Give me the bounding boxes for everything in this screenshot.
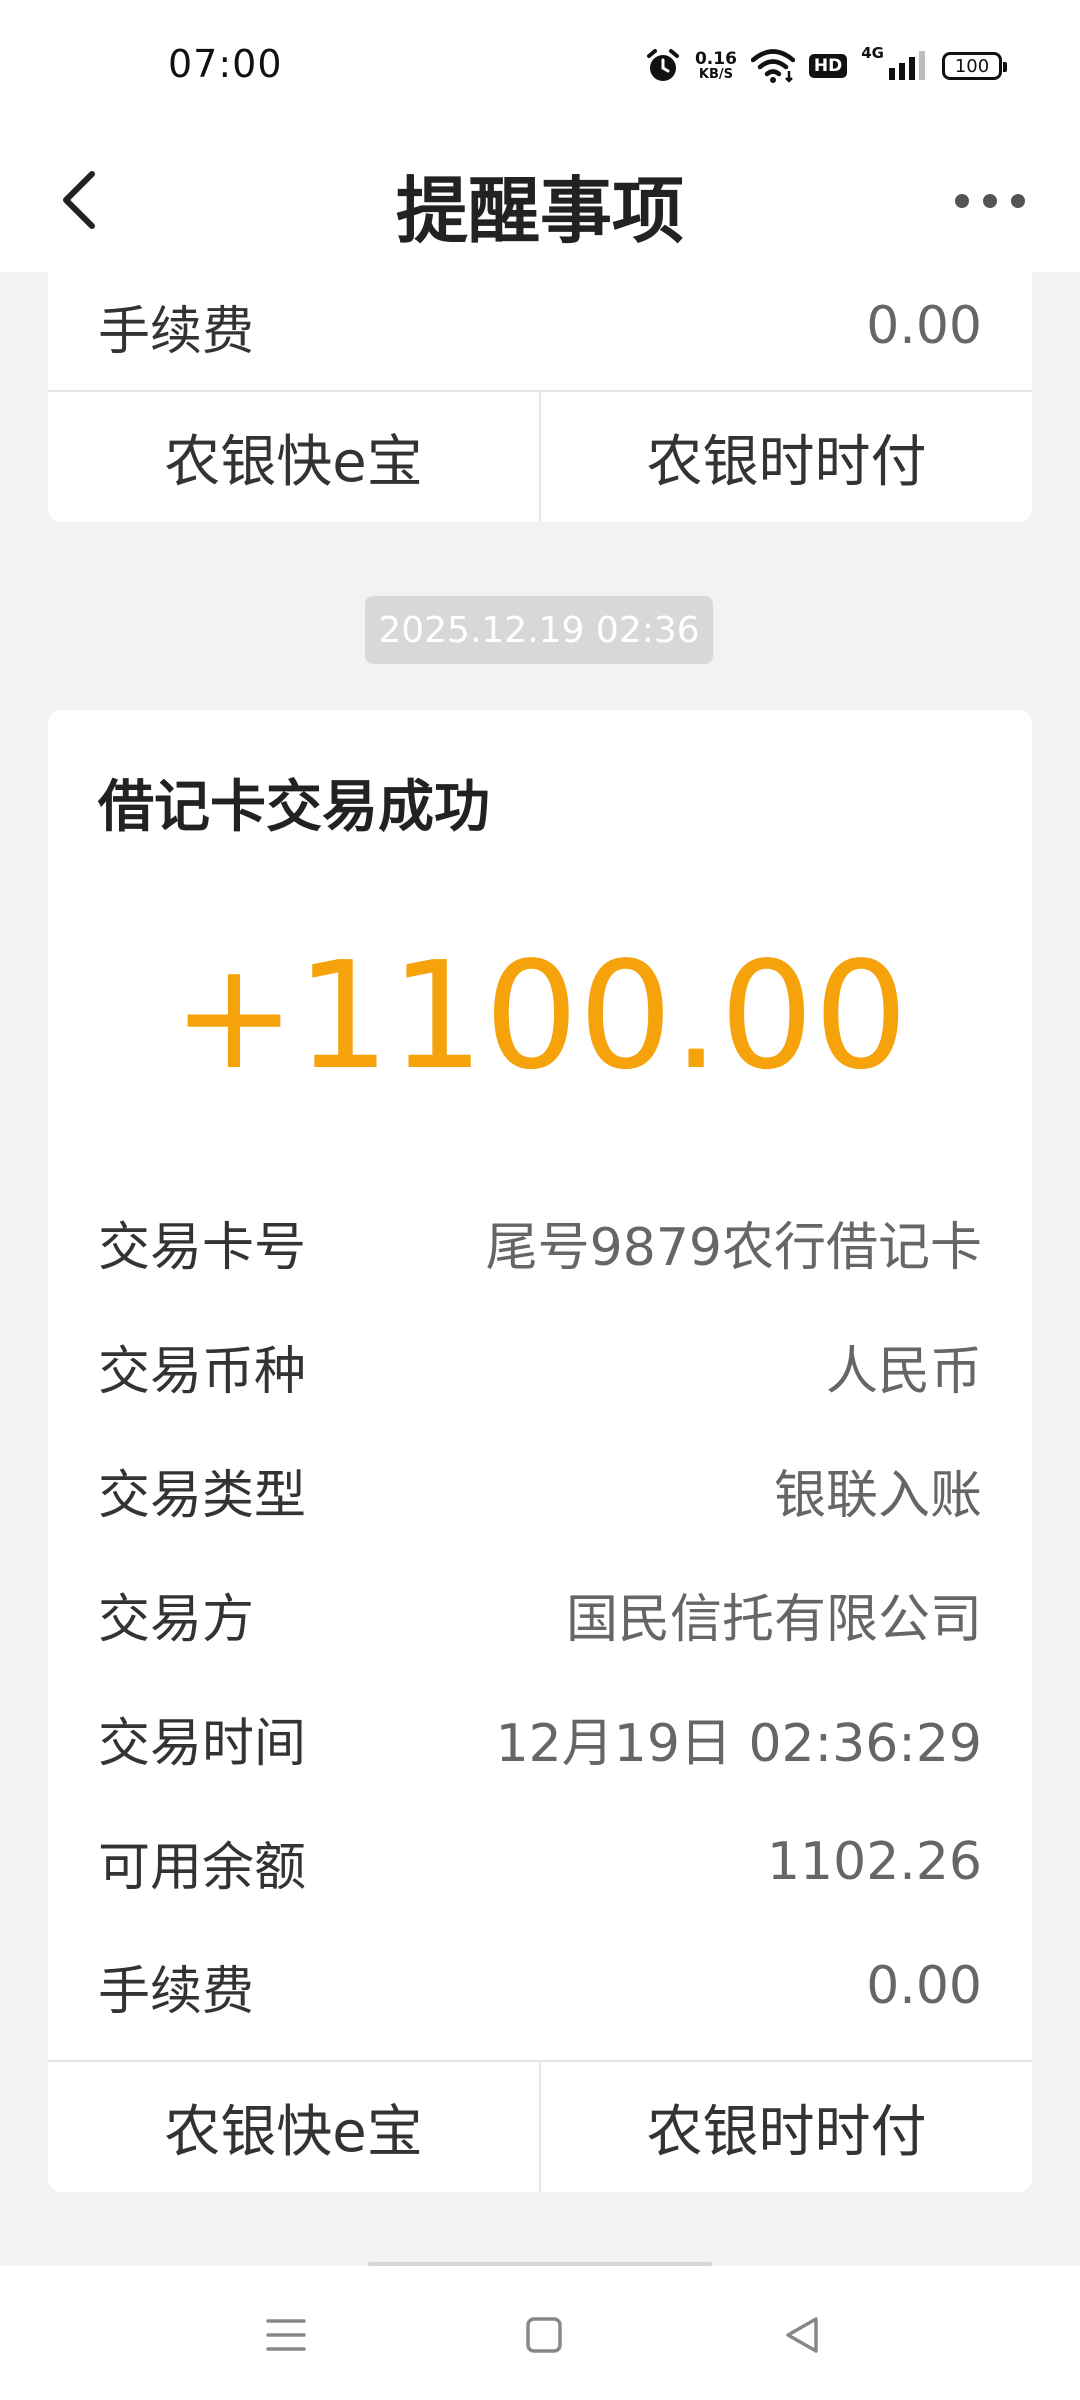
transaction-card[interactable]: 借记卡交易成功 +1100.00 交易卡号 尾号9879农行借记卡 交易币种 人… xyxy=(48,710,1032,2192)
alarm-icon xyxy=(645,48,681,84)
page-title: 提醒事项 xyxy=(395,169,684,253)
detail-row-time: 交易时间 12月19日 02:36:29 xyxy=(98,1698,982,1778)
menu-icon xyxy=(266,2319,306,2351)
network-speed-value: 0.16 xyxy=(694,49,737,69)
detail-label: 可用余额 xyxy=(98,1837,307,1898)
nongyin-kuaibao-button[interactable]: 农银快e宝 xyxy=(48,392,539,522)
detail-row-fee: 手续费 0.00 xyxy=(98,1946,982,2026)
more-options-button[interactable] xyxy=(940,166,1040,236)
detail-value: 人民币 xyxy=(825,1341,982,1402)
fee-row: 手续费 0.00 xyxy=(98,286,982,366)
back-triangle-icon xyxy=(786,2317,818,2353)
nongyin-shishifu-button[interactable]: 农银时时付 xyxy=(539,392,1032,522)
nongyin-shishifu-button[interactable]: 农银时时付 xyxy=(539,2062,1032,2192)
detail-value: 尾号9879农行借记卡 xyxy=(485,1217,982,1278)
card-action-bar: 农银快e宝 农银时时付 xyxy=(48,2060,1032,2192)
home-square-icon xyxy=(526,2317,562,2353)
detail-label: 交易卡号 xyxy=(98,1217,307,1278)
status-bar: 07:00 0.16 KB/S HD 4G 100 xyxy=(0,0,1080,130)
detail-label: 交易方 xyxy=(98,1589,255,1650)
detail-row-currency: 交易币种 人民币 xyxy=(98,1326,982,1406)
nav-home-button[interactable] xyxy=(504,2300,584,2370)
wifi-icon xyxy=(750,49,795,83)
card-title: 借记卡交易成功 xyxy=(98,775,490,840)
more-dots-icon xyxy=(1011,194,1025,208)
detail-row-type: 交易类型 银联入账 xyxy=(98,1450,982,1530)
app-header: 提醒事项 xyxy=(0,130,1080,272)
detail-label: 交易币种 xyxy=(98,1341,307,1402)
previous-transaction-card: 手续费 0.00 农银快e宝 农银时时付 xyxy=(48,272,1032,522)
status-time: 07:00 xyxy=(168,42,283,86)
detail-label: 交易时间 xyxy=(98,1713,307,1774)
fee-label: 手续费 xyxy=(98,301,255,362)
battery-indicator: 100 xyxy=(942,52,1007,80)
network-speed-unit: KB/S xyxy=(698,67,733,82)
detail-value: 0.00 xyxy=(866,1956,982,2016)
fee-value: 0.00 xyxy=(866,296,982,356)
detail-value: 12月19日 02:36:29 xyxy=(495,1713,982,1774)
hd-badge: HD xyxy=(808,54,848,78)
more-dots-icon xyxy=(983,194,997,208)
battery-level: 100 xyxy=(954,55,990,77)
detail-label: 交易类型 xyxy=(98,1465,307,1526)
network-speed: 0.16 KB/S xyxy=(695,50,737,82)
signal-icon xyxy=(888,50,928,82)
detail-row-card-number: 交易卡号 尾号9879农行借记卡 xyxy=(98,1202,982,1282)
transaction-amount: +1100.00 xyxy=(171,930,909,1102)
detail-row-balance: 可用余额 1102.26 xyxy=(98,1822,982,1902)
date-chip: 2025.12.19 02:36 xyxy=(365,596,713,664)
network-type: 4G xyxy=(861,44,884,62)
more-dots-icon xyxy=(955,194,969,208)
detail-value: 银联入账 xyxy=(773,1465,982,1526)
nav-back-button[interactable] xyxy=(762,2300,842,2370)
detail-label: 手续费 xyxy=(98,1961,255,2022)
nav-menu-button[interactable] xyxy=(246,2300,326,2370)
detail-value: 国民信托有限公司 xyxy=(565,1589,982,1650)
detail-row-counterparty: 交易方 国民信托有限公司 xyxy=(98,1574,982,1654)
status-icons: 0.16 KB/S HD 4G 100 xyxy=(645,44,1007,88)
nongyin-kuaibao-button[interactable]: 农银快e宝 xyxy=(48,2062,539,2192)
card-action-bar: 农银快e宝 农银时时付 xyxy=(48,390,1032,522)
detail-value: 1102.26 xyxy=(766,1832,982,1892)
